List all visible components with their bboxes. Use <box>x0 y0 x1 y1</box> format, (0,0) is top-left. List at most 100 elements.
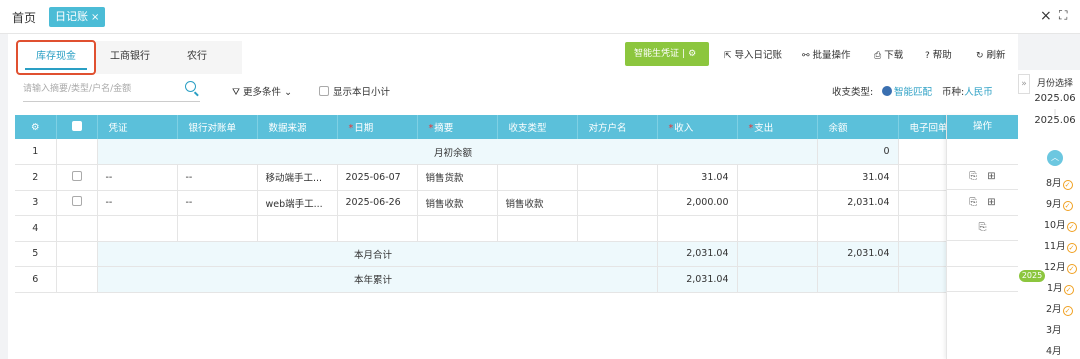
cell-income[interactable]: 31.04 <box>657 164 738 191</box>
col-summary[interactable]: *摘要 <box>417 115 498 139</box>
table-row[interactable]: 3 -- -- web端手工... 2025-06-26 销售收款 销售收款 2… <box>15 190 947 216</box>
cell-e-receipt[interactable] <box>898 164 947 191</box>
col-voucher[interactable]: 凭证 <box>97 115 178 139</box>
month-select-title: 月份选择 <box>1036 79 1073 89</box>
cell-bank[interactable]: -- <box>177 190 258 216</box>
import-journal-button[interactable]: ⇱ 导入日记账 <box>724 47 782 61</box>
cell-type[interactable]: 销售收款 <box>497 190 578 216</box>
month-item[interactable]: 8月 ✓ <box>1046 175 1073 190</box>
download-button[interactable]: ⎙ 下载 <box>874 47 903 61</box>
cell-summary[interactable] <box>417 215 498 242</box>
cell-party[interactable] <box>577 190 658 216</box>
column-settings-icon[interactable]: ⚙ <box>15 115 57 139</box>
checkbox[interactable] <box>71 196 82 207</box>
cell-summary[interactable]: 销售货款 <box>417 164 498 191</box>
month-item[interactable]: 12月 ✓ <box>1044 259 1077 274</box>
month-item[interactable]: 1月 ✓ <box>1047 280 1074 295</box>
col-expense[interactable]: *支出 <box>737 115 818 139</box>
col-data-source[interactable]: 数据来源 <box>257 115 338 139</box>
cell-expense[interactable] <box>737 164 818 191</box>
grid-icon[interactable]: ⊞ <box>987 171 995 182</box>
cell-income[interactable]: 2,000.00 <box>657 190 738 216</box>
cell-balance: 2,031.04 <box>817 241 899 267</box>
edit-voucher-icon[interactable]: ⎘ <box>979 222 987 233</box>
batch-operation-button[interactable]: ⚯ 批量操作 <box>802 47 851 61</box>
month-item[interactable]: 2月 ✓ <box>1046 301 1073 316</box>
tab-journal[interactable]: 日记账 × <box>49 7 106 27</box>
cell-summary[interactable]: 销售收款 <box>417 190 498 216</box>
tab-abc[interactable]: 农行 <box>174 41 220 74</box>
fullscreen-icon[interactable]: ⛶ <box>1059 8 1067 23</box>
row-index: 5 <box>15 241 57 267</box>
table-row[interactable]: 4 <box>15 215 947 242</box>
cell-e-receipt[interactable] <box>898 190 947 216</box>
col-type[interactable]: 收支类型 <box>497 115 578 139</box>
cell-bank[interactable]: -- <box>177 164 258 191</box>
cell-voucher[interactable]: -- <box>97 190 178 216</box>
search-icon[interactable] <box>185 81 196 92</box>
type-select[interactable]: 智能匹配 <box>882 84 932 98</box>
cell-e-receipt[interactable] <box>898 215 947 242</box>
col-bank-statement[interactable]: 银行对账单 <box>177 115 258 139</box>
cell-date[interactable]: 2025-06-07 <box>337 164 418 191</box>
col-party[interactable]: 对方户名 <box>577 115 658 139</box>
cell-party[interactable] <box>577 164 658 191</box>
search-box <box>23 79 200 102</box>
currency-label: 币种: <box>942 87 965 98</box>
refresh-button[interactable]: ↻ 刷新 <box>976 47 1006 61</box>
month-item[interactable]: 10月 ✓ <box>1044 217 1077 232</box>
collapse-panel-icon[interactable]: » <box>1018 74 1030 94</box>
cell-date[interactable] <box>337 215 418 242</box>
tab-home[interactable]: 首页 <box>12 9 36 26</box>
op-row <box>947 267 1018 292</box>
cell-type[interactable] <box>497 215 578 242</box>
edit-voucher-icon[interactable]: ⎘ <box>969 171 977 182</box>
currency-value[interactable]: 人民币 <box>964 87 993 98</box>
checkbox[interactable] <box>319 86 329 96</box>
row-checkbox[interactable] <box>56 190 98 216</box>
cell-party[interactable] <box>577 215 658 242</box>
cell <box>56 266 98 293</box>
cell-expense[interactable] <box>737 215 818 242</box>
select-all-checkbox[interactable] <box>56 115 98 139</box>
search-input[interactable] <box>23 79 173 99</box>
cell-income[interactable] <box>657 215 738 242</box>
edit-voucher-icon[interactable]: ⎘ <box>969 197 977 208</box>
tab-icbc[interactable]: 工商银行 <box>98 41 162 74</box>
month-item[interactable]: 9月 ✓ <box>1046 196 1073 211</box>
close-icon[interactable]: × <box>91 12 99 23</box>
table-row[interactable]: 1 月初余额 0 <box>15 139 947 165</box>
col-balance[interactable]: 余额 <box>817 115 899 139</box>
cell <box>56 241 98 267</box>
month-item[interactable]: 3月 <box>1046 322 1062 336</box>
range-end: 2025.06 <box>1034 115 1076 126</box>
month-item[interactable]: 11月 ✓ <box>1044 238 1077 253</box>
checkbox[interactable] <box>71 170 82 181</box>
cell-voucher[interactable]: -- <box>97 164 178 191</box>
show-daily-subtotal-toggle[interactable]: 显示本日小计 <box>319 84 390 98</box>
cell-date[interactable]: 2025-06-26 <box>337 190 418 216</box>
month-item[interactable]: 4月 <box>1046 343 1062 357</box>
col-income[interactable]: *收入 <box>657 115 738 139</box>
cell-expense[interactable] <box>737 190 818 216</box>
help-button[interactable]: ? 帮助 <box>925 47 952 61</box>
table-row[interactable]: 2 -- -- 移动端手工... 2025-06-07 销售货款 31.04 3… <box>15 164 947 191</box>
cell-bank[interactable] <box>177 215 258 242</box>
cell-type[interactable] <box>497 164 578 191</box>
row-index: 3 <box>15 190 57 216</box>
checkbox[interactable] <box>71 120 82 131</box>
cell-voucher[interactable] <box>97 215 178 242</box>
settings-icon[interactable]: ⚙ <box>688 49 696 59</box>
grid-icon[interactable]: ⊞ <box>987 197 995 208</box>
import-icon: ⇱ <box>724 51 732 61</box>
col-e-receipt[interactable]: 电子回单 <box>898 115 947 139</box>
scroll-up-icon[interactable]: ︿ <box>1047 150 1063 166</box>
col-date[interactable]: *日期 <box>337 115 418 139</box>
more-filters-button[interactable]: ⛛ 更多条件 ⌄ <box>232 84 292 98</box>
month-range[interactable]: 2025.06 | 2025.06 <box>1030 92 1080 128</box>
cell-expense <box>737 241 818 267</box>
window-close-icon[interactable]: × <box>1040 8 1052 24</box>
row-checkbox[interactable] <box>56 164 98 191</box>
currency-field[interactable]: 币种:人民币 <box>942 84 993 98</box>
smart-voucher-button[interactable]: 智能生凭证 | ⚙ <box>625 42 709 66</box>
